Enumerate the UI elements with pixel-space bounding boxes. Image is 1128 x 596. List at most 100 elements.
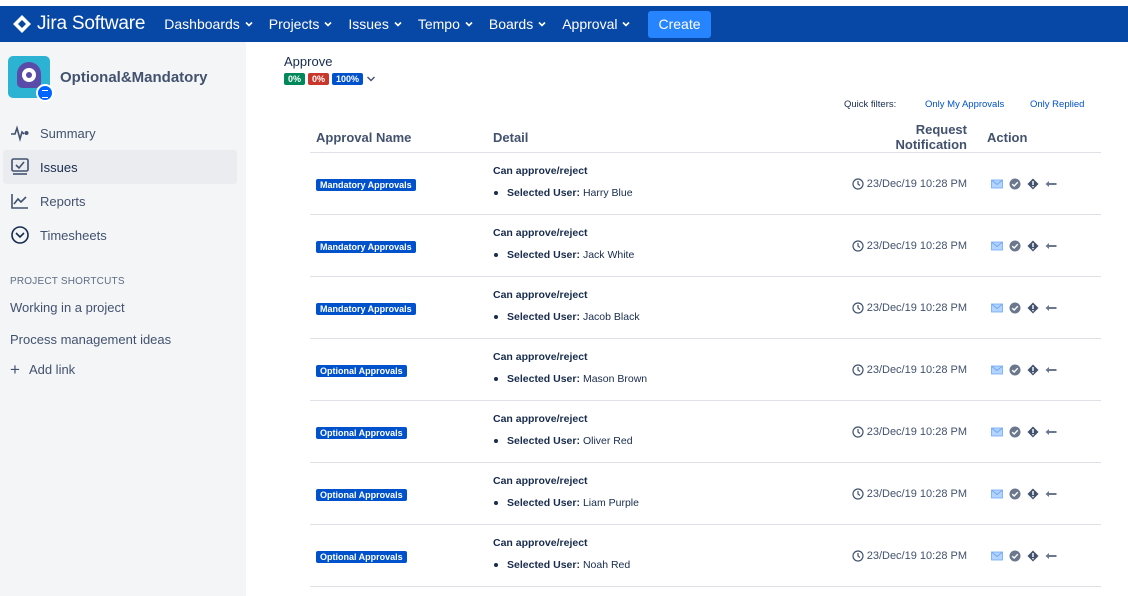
table-row: Optional Approvals Can approve/reject Se… — [310, 462, 1101, 525]
nav-approval[interactable]: Approval — [562, 16, 631, 32]
action-cell — [985, 462, 1101, 525]
mail-icon — [991, 551, 1003, 560]
selected-user-name: Mason Brown — [582, 373, 648, 385]
row-actions — [985, 364, 1101, 376]
warning-diamond-icon — [1027, 178, 1039, 189]
nav-projects[interactable]: Projects — [269, 16, 333, 32]
nav-boards[interactable]: Boards — [489, 16, 546, 32]
sidebar-item-issues[interactable]: Issues — [3, 150, 237, 184]
mail-icon — [991, 179, 1003, 188]
approve-button[interactable] — [1009, 364, 1021, 376]
create-button[interactable]: Create — [648, 10, 711, 38]
page-title: Approve — [284, 54, 333, 69]
clock-icon — [852, 487, 864, 500]
reject-button[interactable] — [1027, 550, 1039, 562]
approve-button[interactable] — [1009, 178, 1021, 190]
approval-type-tag: Optional Approvals — [316, 364, 407, 377]
bullet-icon — [494, 253, 498, 257]
action-cell — [985, 214, 1101, 277]
top-navigation-bar: Jira Software Dashboards Projects Issues… — [0, 6, 1128, 42]
request-timestamp: 23/Dec/19 10:28 PM — [866, 301, 967, 314]
nav-tempo[interactable]: Tempo — [418, 16, 473, 32]
request-notification-cell: 23/Dec/19 10:28 PM — [843, 524, 985, 587]
reply-button[interactable] — [1045, 178, 1057, 190]
sidebar-item-label: Timesheets — [40, 227, 107, 243]
bullet-icon — [494, 501, 498, 505]
chevron-down-icon[interactable] — [366, 74, 376, 84]
sidebar-item-reports[interactable]: Reports — [3, 184, 237, 218]
sidebar-item-timesheets[interactable]: Timesheets — [3, 218, 237, 252]
request-time: 23/Dec/19 10:28 PM — [843, 550, 985, 562]
reply-button[interactable] — [1045, 488, 1057, 500]
reply-button[interactable] — [1045, 550, 1057, 562]
reject-button[interactable] — [1027, 302, 1039, 314]
check-circle-icon — [1009, 178, 1021, 189]
clock-icon — [852, 363, 864, 376]
reject-button[interactable] — [1027, 488, 1039, 500]
shortcut-link[interactable]: Working in a project — [10, 300, 125, 315]
project-header[interactable]: Optional&Mandatory — [8, 56, 208, 102]
reject-button[interactable] — [1027, 364, 1039, 376]
approval-progress[interactable]: 0% 0% 100% — [284, 73, 376, 85]
send-notification-button[interactable] — [991, 302, 1003, 314]
send-notification-button[interactable] — [991, 426, 1003, 438]
detail-cell: Can approve/reject Selected User: Jack W… — [493, 214, 843, 277]
project-sidebar: Optional&Mandatory Summary Issues Report… — [0, 42, 246, 596]
rejected-percent-badge: 0% — [308, 73, 330, 85]
reply-arrow-icon — [1045, 304, 1057, 311]
reply-button[interactable] — [1045, 240, 1057, 252]
approve-button[interactable] — [1009, 488, 1021, 500]
reply-button[interactable] — [1045, 364, 1057, 376]
table-header-row: Approval Name Detail Request Notificatio… — [310, 122, 1101, 153]
send-notification-button[interactable] — [991, 178, 1003, 190]
reject-button[interactable] — [1027, 426, 1039, 438]
detail-permission: Can approve/reject — [493, 413, 588, 425]
mail-icon — [991, 489, 1003, 498]
detail-selected-user: Selected User: Liam Purple — [493, 497, 843, 509]
reply-button[interactable] — [1045, 426, 1057, 438]
request-time: 23/Dec/19 10:28 PM — [843, 426, 985, 438]
reply-arrow-icon — [1045, 242, 1057, 249]
jira-logo[interactable]: Jira Software — [12, 13, 145, 35]
add-link-button[interactable]: + Add link — [10, 361, 75, 378]
reply-button[interactable] — [1045, 302, 1057, 314]
warning-diamond-icon — [1027, 550, 1039, 561]
selected-user-label: Selected User: — [507, 497, 580, 509]
request-notification-cell: 23/Dec/19 10:28 PM — [843, 152, 985, 215]
row-actions — [985, 426, 1101, 438]
reject-button[interactable] — [1027, 178, 1039, 190]
send-notification-button[interactable] — [991, 240, 1003, 252]
activity-icon — [11, 125, 29, 142]
detail-cell: Can approve/reject Selected User: Noah R… — [493, 524, 843, 587]
avatar-face — [17, 62, 41, 88]
nav-dashboards[interactable]: Dashboards — [164, 16, 253, 32]
send-notification-button[interactable] — [991, 364, 1003, 376]
approval-name-cell: Mandatory Approvals — [310, 276, 493, 339]
jira-diamond-icon — [13, 15, 31, 33]
action-cell — [985, 338, 1101, 401]
shortcut-link[interactable]: Process management ideas — [10, 332, 171, 347]
project-type-badge-icon — [36, 84, 54, 102]
approve-button[interactable] — [1009, 550, 1021, 562]
nav-issues[interactable]: Issues — [348, 16, 402, 32]
send-notification-button[interactable] — [991, 488, 1003, 500]
quick-filter-my-approvals[interactable]: Only My Approvals — [925, 99, 1004, 110]
detail-cell: Can approve/reject Selected User: Harry … — [493, 152, 843, 215]
check-circle-icon — [1009, 488, 1021, 499]
request-notification-cell: 23/Dec/19 10:28 PM — [843, 462, 985, 525]
send-notification-button[interactable] — [991, 550, 1003, 562]
pending-percent-badge: 100% — [332, 73, 364, 85]
clock-icon — [852, 549, 864, 562]
approve-button[interactable] — [1009, 426, 1021, 438]
approve-button[interactable] — [1009, 240, 1021, 252]
selected-user-name: Jack White — [582, 249, 635, 261]
sidebar-item-summary[interactable]: Summary — [3, 116, 237, 150]
approval-type-tag: Mandatory Approvals — [316, 240, 416, 253]
quick-filter-only-replied[interactable]: Only Replied — [1030, 99, 1084, 110]
warning-diamond-icon — [1027, 302, 1039, 313]
nav-label: Projects — [268, 16, 320, 32]
reject-button[interactable] — [1027, 240, 1039, 252]
warning-diamond-icon — [1027, 364, 1039, 375]
approve-button[interactable] — [1009, 302, 1021, 314]
nav-label: Approval — [562, 16, 618, 32]
